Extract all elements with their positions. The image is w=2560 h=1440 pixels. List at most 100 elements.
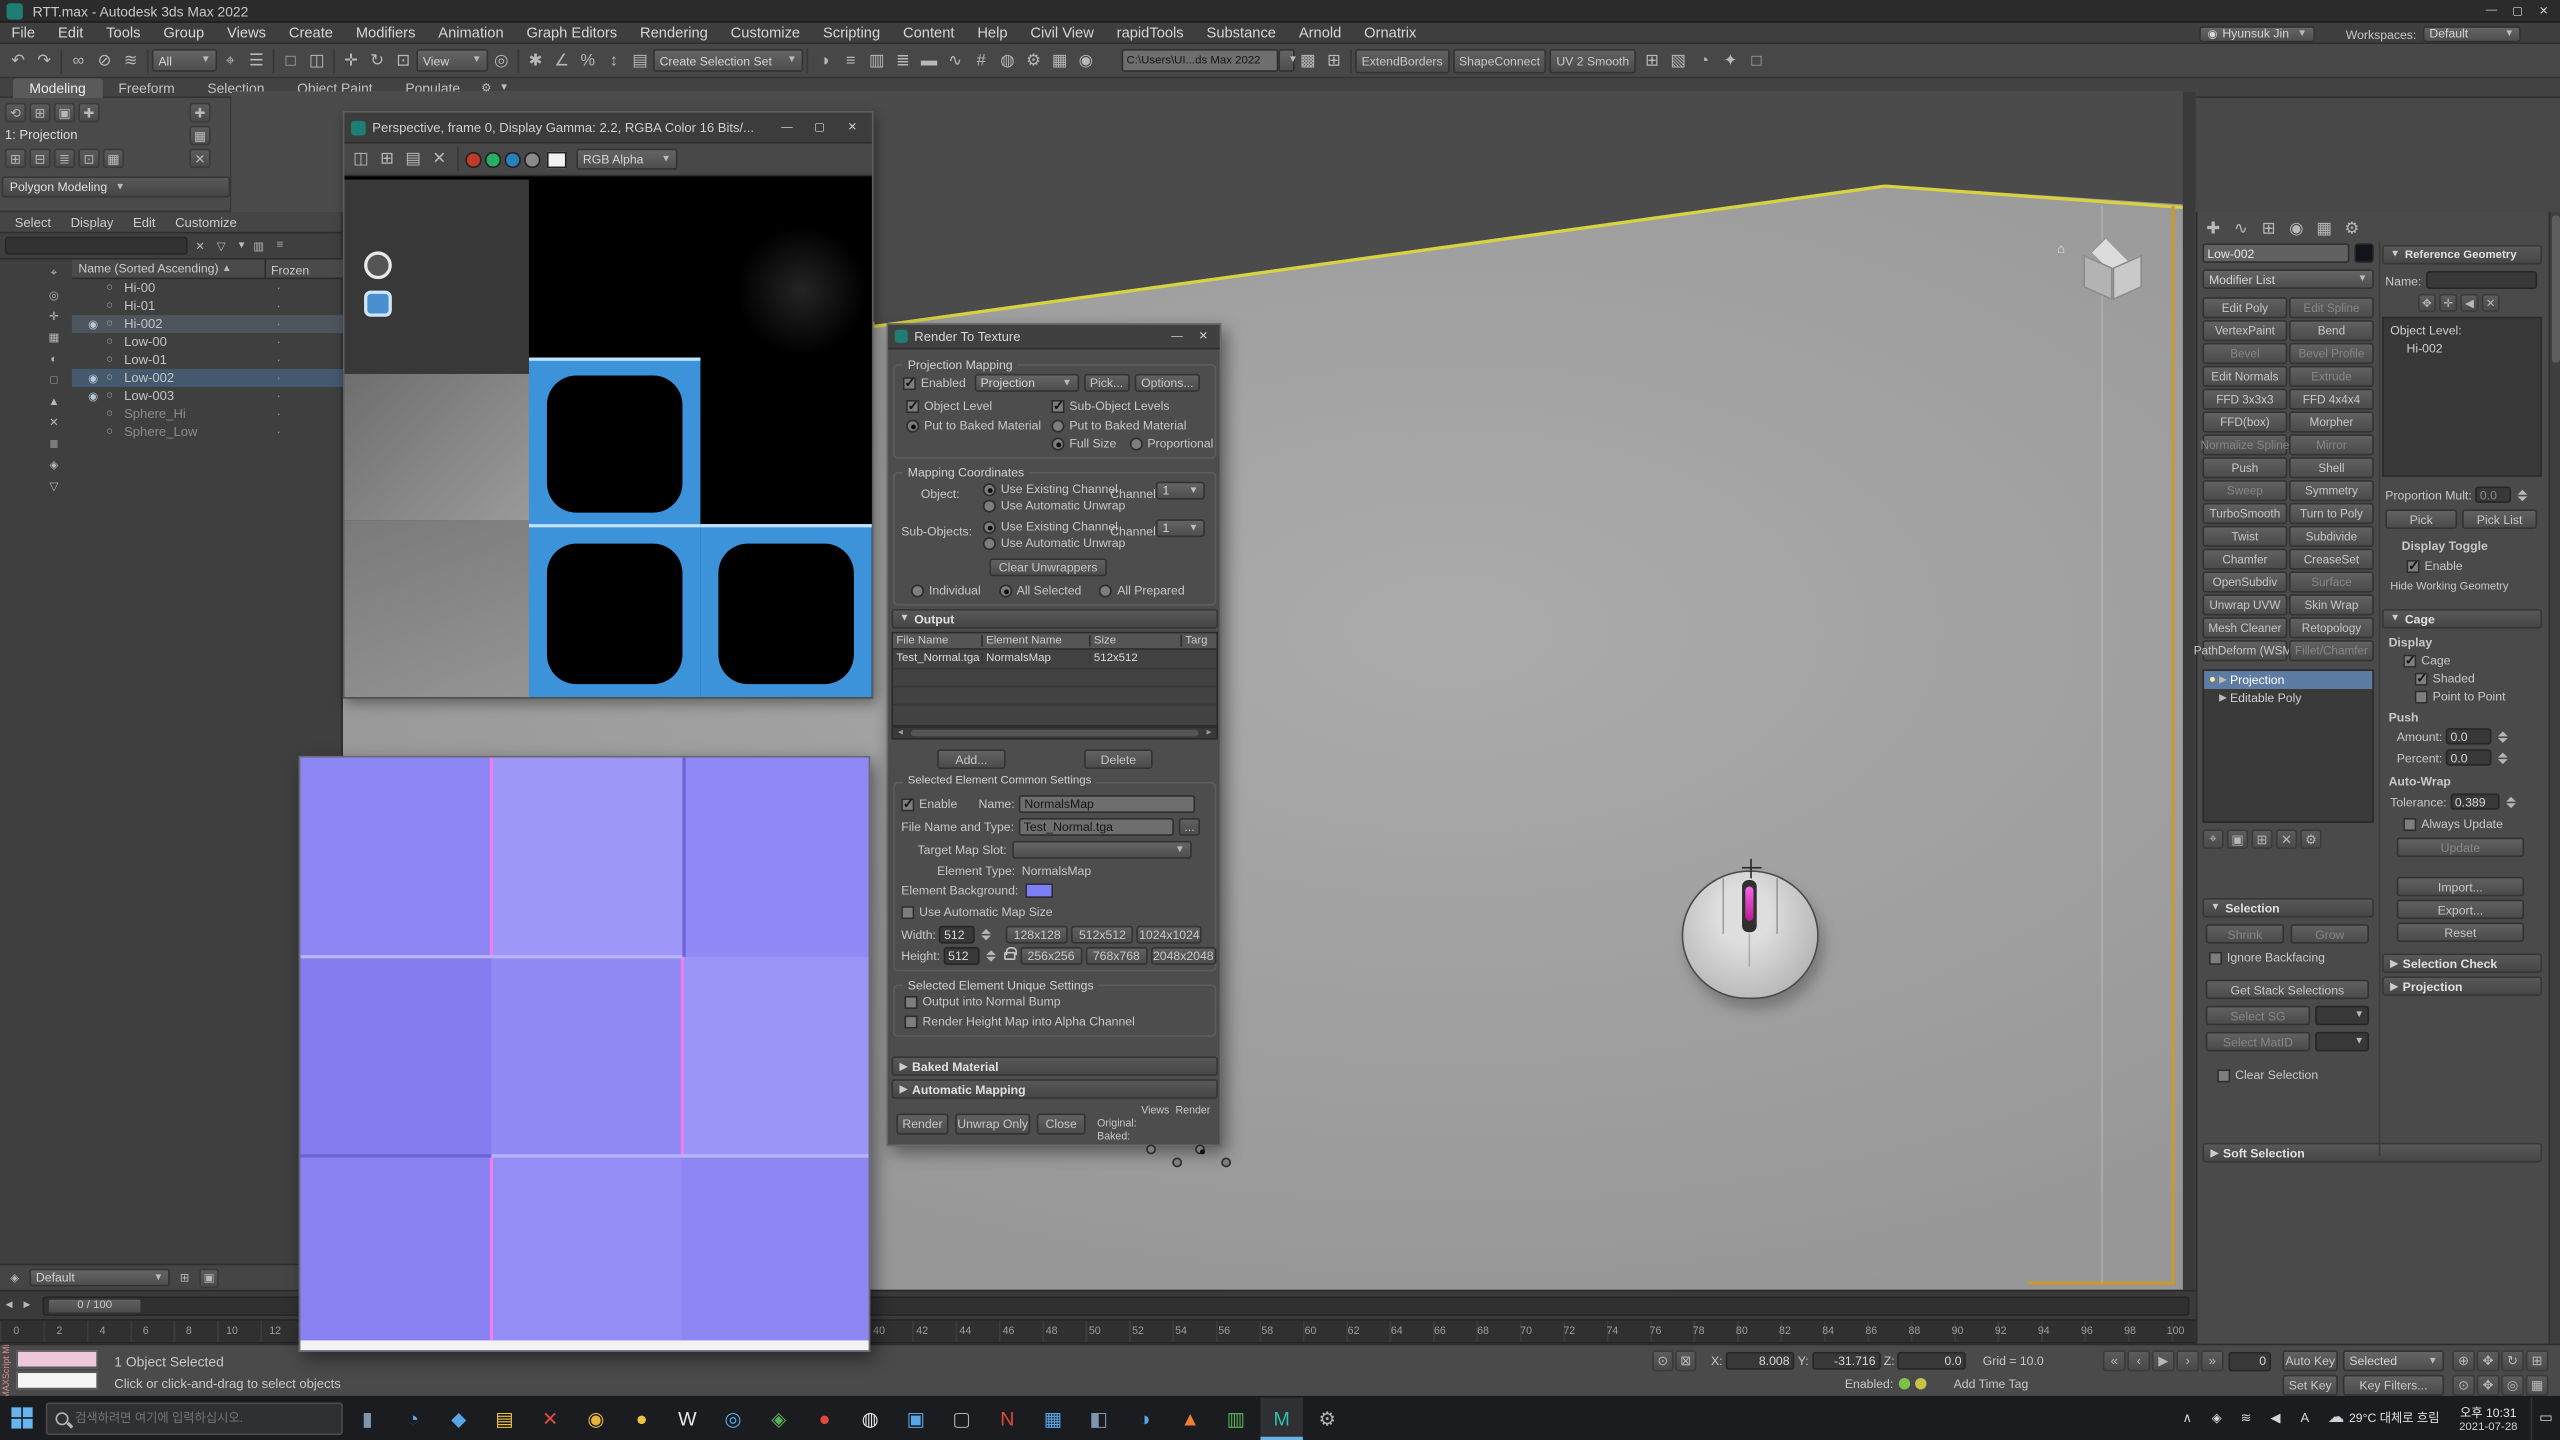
netflix-icon[interactable]: N [986, 1397, 1028, 1439]
lock-aspect-icon[interactable] [1004, 952, 1015, 960]
frozen-cell[interactable]: · [276, 407, 280, 422]
minimize-button[interactable]: — [2478, 2, 2504, 20]
go-to-start-button[interactable]: « [2103, 1350, 2126, 1371]
project-path-field[interactable]: C:\Users\UI...ds Max 2022 [1122, 49, 1279, 72]
select-and-link-icon[interactable]: ∞ [65, 47, 91, 73]
timeline-frame-label[interactable]: 48 [1045, 1326, 1058, 1337]
timeline-frame-label[interactable]: 78 [1692, 1326, 1705, 1337]
import-button[interactable]: Import... [2397, 877, 2524, 897]
timeline-frame-label[interactable]: 82 [1778, 1326, 1791, 1337]
size-preset-button[interactable]: 2048x2048 [1151, 947, 1216, 965]
shrink-button[interactable]: Shrink [2206, 924, 2284, 944]
modifier-button[interactable]: Shell [2289, 457, 2374, 478]
eye-icon[interactable]: ◉ [88, 371, 106, 384]
status-amber-dot[interactable] [1914, 1378, 1925, 1389]
toolbar-script-button[interactable]: ShapeConnect [1452, 48, 1546, 72]
modifier-button[interactable]: FFD(box) [2202, 411, 2287, 432]
menu-item[interactable]: Content [892, 24, 966, 40]
update-button[interactable]: Update [2397, 838, 2524, 858]
browse-file-button[interactable]: ... [1179, 818, 1200, 836]
explorer-menu-item[interactable]: Display [62, 215, 121, 230]
toolbar-icon[interactable]: □ [1743, 47, 1769, 73]
add-element-button[interactable]: Add... [937, 749, 1006, 769]
timeline-frame-label[interactable]: 62 [1347, 1326, 1360, 1337]
show-end-result-icon[interactable]: ▣ [2227, 829, 2248, 849]
ime-icon[interactable]: A [2292, 1397, 2318, 1439]
timeline-frame-label[interactable]: 80 [1735, 1326, 1748, 1337]
render-original-radio[interactable] [1195, 1144, 1205, 1154]
modifier-button[interactable]: Mesh Cleaner [2202, 617, 2287, 638]
ribbon-tool-icon[interactable]: ▦ [103, 149, 124, 169]
ribbon-toggle-icon[interactable]: ▬ [916, 47, 942, 73]
ribbon-tool-icon[interactable]: ≣ [54, 149, 75, 169]
menu-item[interactable]: Help [966, 24, 1019, 40]
key-filters-button[interactable]: Key Filters... [2343, 1375, 2444, 1396]
timeline-frame-label[interactable]: 64 [1390, 1326, 1403, 1337]
timeline-frame-label[interactable]: 40 [873, 1326, 886, 1337]
snapshot-icon[interactable]: ⊞ [1321, 47, 1347, 73]
spinner[interactable] [2504, 793, 2517, 809]
output-rollout[interactable]: ▼Output [891, 609, 1218, 629]
taskbar-weather[interactable]: ☁ 29°C 대체로 흐림 [2321, 1409, 2446, 1427]
auto-map-size-checkbox[interactable] [901, 905, 914, 918]
signin-user-button[interactable]: ◉ Hyunsuk Jin ▼ [2199, 25, 2315, 41]
rtt-collapsed-rollout[interactable]: ▶Automatic Mapping [891, 1079, 1218, 1099]
app-icon[interactable]: ▢ [940, 1397, 982, 1439]
width-field[interactable]: 512 [939, 926, 975, 944]
subobject-channel-select[interactable]: 1▼ [1156, 519, 1205, 537]
play-button[interactable]: ▶ [2152, 1350, 2175, 1371]
timeline-frame-label[interactable]: 86 [1865, 1326, 1878, 1337]
timeline-frame-label[interactable]: 50 [1088, 1326, 1101, 1337]
reference-coordsys-select[interactable]: View▼ [416, 49, 488, 72]
modifier-button[interactable]: Edit Spline [2289, 297, 2374, 318]
menu-item[interactable]: Civil View [1019, 24, 1105, 40]
projection-modifier-select[interactable]: Projection▼ [974, 374, 1078, 392]
frozen-cell[interactable]: · [276, 389, 280, 404]
subobject-use-existing-radio[interactable] [983, 520, 996, 533]
github-icon[interactable]: ◍ [849, 1397, 891, 1439]
menu-item[interactable]: Ornatrix [1353, 24, 1428, 40]
time-slider-prev-icon[interactable]: ◄ [0, 1296, 18, 1316]
list-tool-icon[interactable]: ✛ [2439, 294, 2457, 312]
timeline-frame-label[interactable]: 98 [2124, 1326, 2137, 1337]
timeline-frame-label[interactable]: 74 [1606, 1326, 1619, 1337]
ribbon-tool-icon[interactable]: ⟲ [5, 103, 26, 123]
bind-to-space-warp-icon[interactable]: ≋ [118, 47, 144, 73]
timeline-frame-label[interactable]: 6 [139, 1326, 152, 1337]
ribbon-tool-icon[interactable]: ✚ [78, 103, 99, 123]
cage-amount-field[interactable]: 0.0 [2446, 728, 2492, 744]
list-tool-icon[interactable]: ◀ [2460, 294, 2478, 312]
volume-icon[interactable]: ◀ [2262, 1397, 2288, 1439]
render-uv-template-icon[interactable]: ▩ [1295, 47, 1321, 73]
edit-named-selection-sets-icon[interactable]: ▤ [627, 47, 653, 73]
list-tool-icon[interactable]: ✕ [2482, 294, 2500, 312]
align-icon[interactable]: ≡ [838, 47, 864, 73]
object-use-existing-radio[interactable] [983, 482, 996, 495]
timeline-frame-label[interactable]: 92 [1994, 1326, 2007, 1337]
output-table-hscroll[interactable]: ◄ ► [891, 727, 1218, 740]
pan-view-icon[interactable]: ✥ [2477, 1375, 2500, 1396]
normal-map-window[interactable] [299, 756, 870, 1352]
column-chooser-icon[interactable]: ▥ [250, 237, 268, 255]
pan-icon[interactable]: ✥ [2477, 1350, 2500, 1371]
utilities-tab[interactable]: ⚙ [2340, 217, 2364, 240]
timeline-frame-label[interactable]: 94 [2037, 1326, 2050, 1337]
height-field[interactable]: 512 [943, 947, 979, 965]
create-tab[interactable]: ✚ [2201, 217, 2225, 240]
object-level-checkbox[interactable] [906, 399, 919, 412]
menu-item[interactable]: rapidTools [1105, 24, 1195, 40]
explorer-menu-item[interactable]: Edit [125, 215, 164, 230]
select-and-scale-icon[interactable]: ⊡ [390, 47, 416, 73]
app-icon[interactable]: ◧ [1078, 1397, 1120, 1439]
menu-item[interactable]: Edit [47, 24, 95, 40]
eye-icon[interactable]: ◉ [88, 389, 106, 402]
object-name-field[interactable]: Low-002 [2202, 243, 2349, 263]
menu-item[interactable]: Views [216, 24, 278, 40]
viewcube-home-icon[interactable]: ⌂ [2057, 242, 2065, 257]
auto-key-button[interactable]: Auto Key [2282, 1350, 2338, 1371]
projection-options-button[interactable]: Options... [1135, 374, 1200, 392]
render-production-icon[interactable]: ◉ [1073, 47, 1099, 73]
scene-object-row[interactable]: ◉ ○ Low-003 · [72, 387, 343, 405]
selection-filter-select[interactable]: All▼ [152, 49, 217, 72]
menu-item[interactable]: Modifiers [344, 24, 426, 40]
